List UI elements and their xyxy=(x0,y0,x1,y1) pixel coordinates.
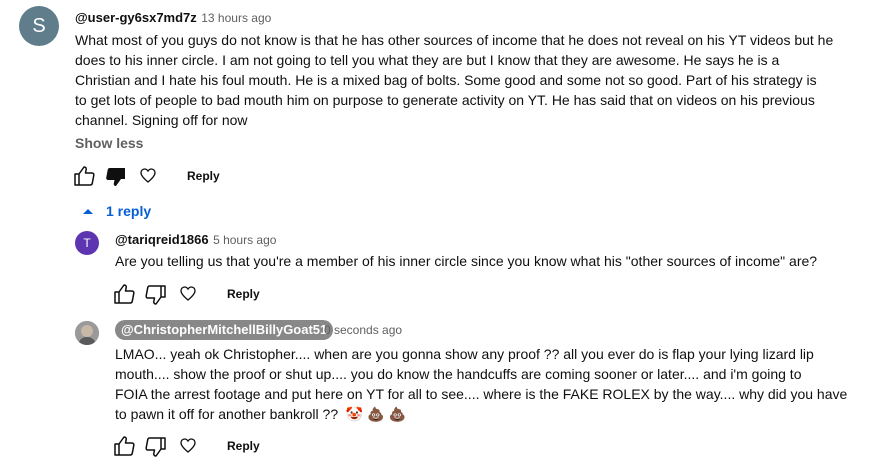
like-icon[interactable] xyxy=(113,436,135,456)
comment-time[interactable]: 13 hours ago xyxy=(201,11,271,25)
avatar[interactable]: T xyxy=(75,231,99,255)
poop-emoji: 💩 xyxy=(367,406,385,422)
reply-header: @tariqreid1866 5 hours ago xyxy=(115,231,276,249)
author-handle[interactable]: @tariqreid1866 xyxy=(115,232,209,247)
reply-line: FOIA the arrest footage and put here on … xyxy=(115,386,848,402)
like-icon[interactable] xyxy=(73,166,95,186)
reply-button[interactable]: Reply xyxy=(227,439,260,453)
dislike-icon[interactable] xyxy=(145,285,167,305)
reply-text: Are you telling us that you're a member … xyxy=(115,253,818,269)
like-icon[interactable] xyxy=(113,284,135,304)
dislike-icon[interactable] xyxy=(145,437,167,457)
comment-line: does to his inner circle. I am not going… xyxy=(75,52,780,68)
replies-toggle-button[interactable]: 1 reply xyxy=(106,203,151,219)
reply-line: to pawn it off for another bankroll ?? 🤡… xyxy=(115,406,406,422)
owner-handle-badge[interactable]: @ChristopherMitchellBillyGoat51 xyxy=(115,320,334,340)
reply-text: LMAO... yeah ok Christopher.... when are… xyxy=(115,344,865,424)
comment-time[interactable]: 5 hours ago xyxy=(213,233,276,247)
comment-header: @user-gy6sx7md7z 13 hours ago xyxy=(75,9,271,27)
avatar[interactable]: S xyxy=(19,6,59,46)
heart-icon[interactable] xyxy=(180,438,196,453)
author-handle[interactable]: @user-gy6sx7md7z xyxy=(75,10,197,25)
reply-line: mouth.... show the proof or shut up.... … xyxy=(115,366,802,382)
reply-button[interactable]: Reply xyxy=(227,287,260,301)
dislike-filled-icon[interactable] xyxy=(105,167,127,187)
comment-line: Christian and I hate his foul mouth. He … xyxy=(75,72,817,88)
comment-line: channel. Signing off for now xyxy=(75,112,248,128)
reply-button[interactable]: Reply xyxy=(187,169,220,183)
comment-line: to get lots of people to bad mouth him o… xyxy=(75,92,815,108)
chevron-up-icon[interactable] xyxy=(82,206,94,216)
heart-icon[interactable] xyxy=(180,286,196,301)
avatar-photo-icon xyxy=(75,321,99,345)
poop-emoji: 💩 xyxy=(388,406,406,422)
show-less-button[interactable]: Show less xyxy=(75,135,143,151)
clown-emoji: 🤡 xyxy=(345,406,364,422)
heart-icon[interactable] xyxy=(140,168,156,183)
comment-time[interactable]: 0 seconds ago xyxy=(324,323,402,337)
comment-text: What most of you guys do not know is tha… xyxy=(75,30,865,130)
comment-line: What most of you guys do not know is tha… xyxy=(75,32,834,48)
reply-line: LMAO... yeah ok Christopher.... when are… xyxy=(115,346,814,362)
avatar[interactable] xyxy=(75,321,99,345)
